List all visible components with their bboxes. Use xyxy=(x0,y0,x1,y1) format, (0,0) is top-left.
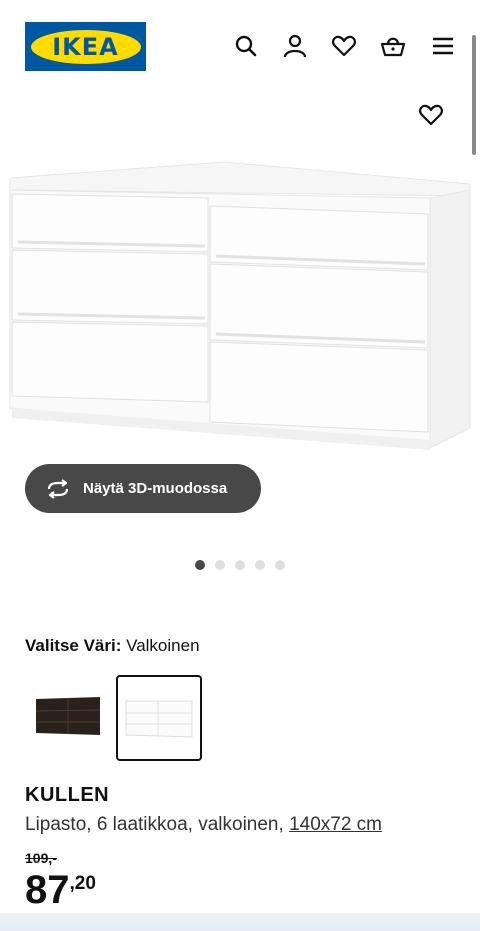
user-icon[interactable] xyxy=(282,33,308,59)
menu-icon[interactable] xyxy=(430,33,456,59)
view-3d-button[interactable]: Näytä 3D-muodossa xyxy=(25,464,261,513)
white-dresser-thumbnail xyxy=(125,700,193,738)
product-name: KULLEN xyxy=(25,784,110,806)
price-integer: 87 xyxy=(25,868,70,912)
price-decimal: ,20 xyxy=(69,873,96,894)
carousel-dot-1[interactable] xyxy=(195,560,205,570)
bottom-bar xyxy=(0,913,480,931)
dresser-product-image[interactable] xyxy=(0,150,480,460)
rotate-3d-icon xyxy=(47,478,69,499)
selected-color-value: Valkoinen xyxy=(126,636,200,655)
color-swatch-white[interactable] xyxy=(116,675,202,761)
color-swatch-dark-brown[interactable] xyxy=(30,675,116,761)
carousel-dot-3[interactable] xyxy=(235,560,245,570)
old-price: 109,- xyxy=(25,850,57,866)
color-label-title: Valitse Väri: xyxy=(25,636,122,655)
product-size-link[interactable]: 140x72 cm xyxy=(289,814,382,835)
product-favorite-icon[interactable] xyxy=(418,102,444,128)
carousel-dot-4[interactable] xyxy=(255,560,265,570)
image-carousel-dots xyxy=(195,560,285,570)
carousel-dot-2[interactable] xyxy=(215,560,225,570)
basket-icon[interactable] xyxy=(380,33,406,59)
color-label: Valitse Väri: Valkoinen xyxy=(25,636,200,656)
product-description: Lipasto, 6 laatikkoa, valkoinen, 140x72 … xyxy=(25,814,382,836)
product-description-text: Lipasto, 6 laatikkoa, valkoinen, xyxy=(25,814,284,835)
carousel-dot-5[interactable] xyxy=(275,560,285,570)
ikea-logo[interactable]: IKEA xyxy=(25,22,146,71)
current-price: 87 ,20 xyxy=(25,868,96,912)
dark-dresser-thumbnail xyxy=(35,697,101,735)
view-3d-label: Näytä 3D-muodossa xyxy=(83,480,228,497)
search-icon[interactable] xyxy=(233,33,259,59)
logo-text: IKEA xyxy=(30,29,141,64)
heart-icon[interactable] xyxy=(331,33,357,59)
header: IKEA xyxy=(0,0,480,92)
scrollbar[interactable] xyxy=(472,35,476,155)
